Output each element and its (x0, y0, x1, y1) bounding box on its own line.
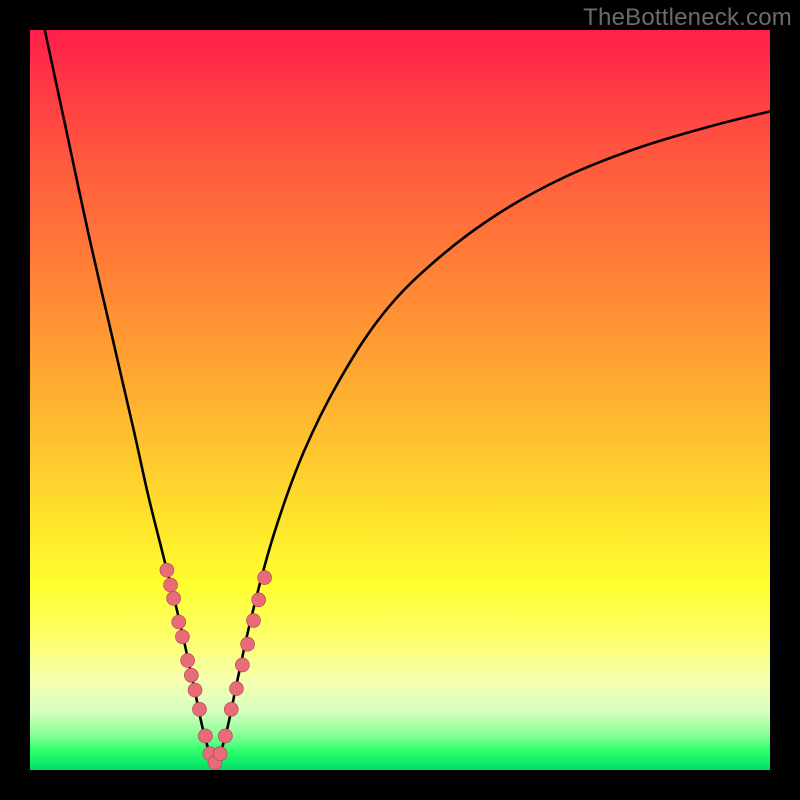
highlight-dot (218, 729, 232, 743)
highlight-dot (188, 683, 202, 697)
highlight-dot (241, 637, 255, 651)
highlight-dot (184, 668, 198, 682)
highlight-dot (198, 729, 212, 743)
plot-area (30, 30, 770, 770)
highlight-dot (175, 630, 189, 644)
highlight-dot (164, 578, 178, 592)
highlight-dot (224, 702, 238, 716)
watermark-label: TheBottleneck.com (583, 4, 792, 32)
highlight-dot (258, 571, 272, 585)
chart-frame: TheBottleneck.com (0, 0, 800, 800)
highlight-dot (160, 563, 174, 577)
highlight-dot (252, 593, 266, 607)
highlight-dot (167, 591, 181, 605)
highlight-dot (181, 653, 195, 667)
curve-layer (30, 30, 770, 770)
highlight-dots-group (160, 563, 272, 769)
bottleneck-curve (45, 30, 770, 763)
highlight-dot (172, 615, 186, 629)
highlight-dot (213, 747, 227, 761)
highlight-dot (235, 658, 249, 672)
highlight-dot (246, 614, 260, 628)
highlight-dot (192, 702, 206, 716)
highlight-dot (229, 682, 243, 696)
